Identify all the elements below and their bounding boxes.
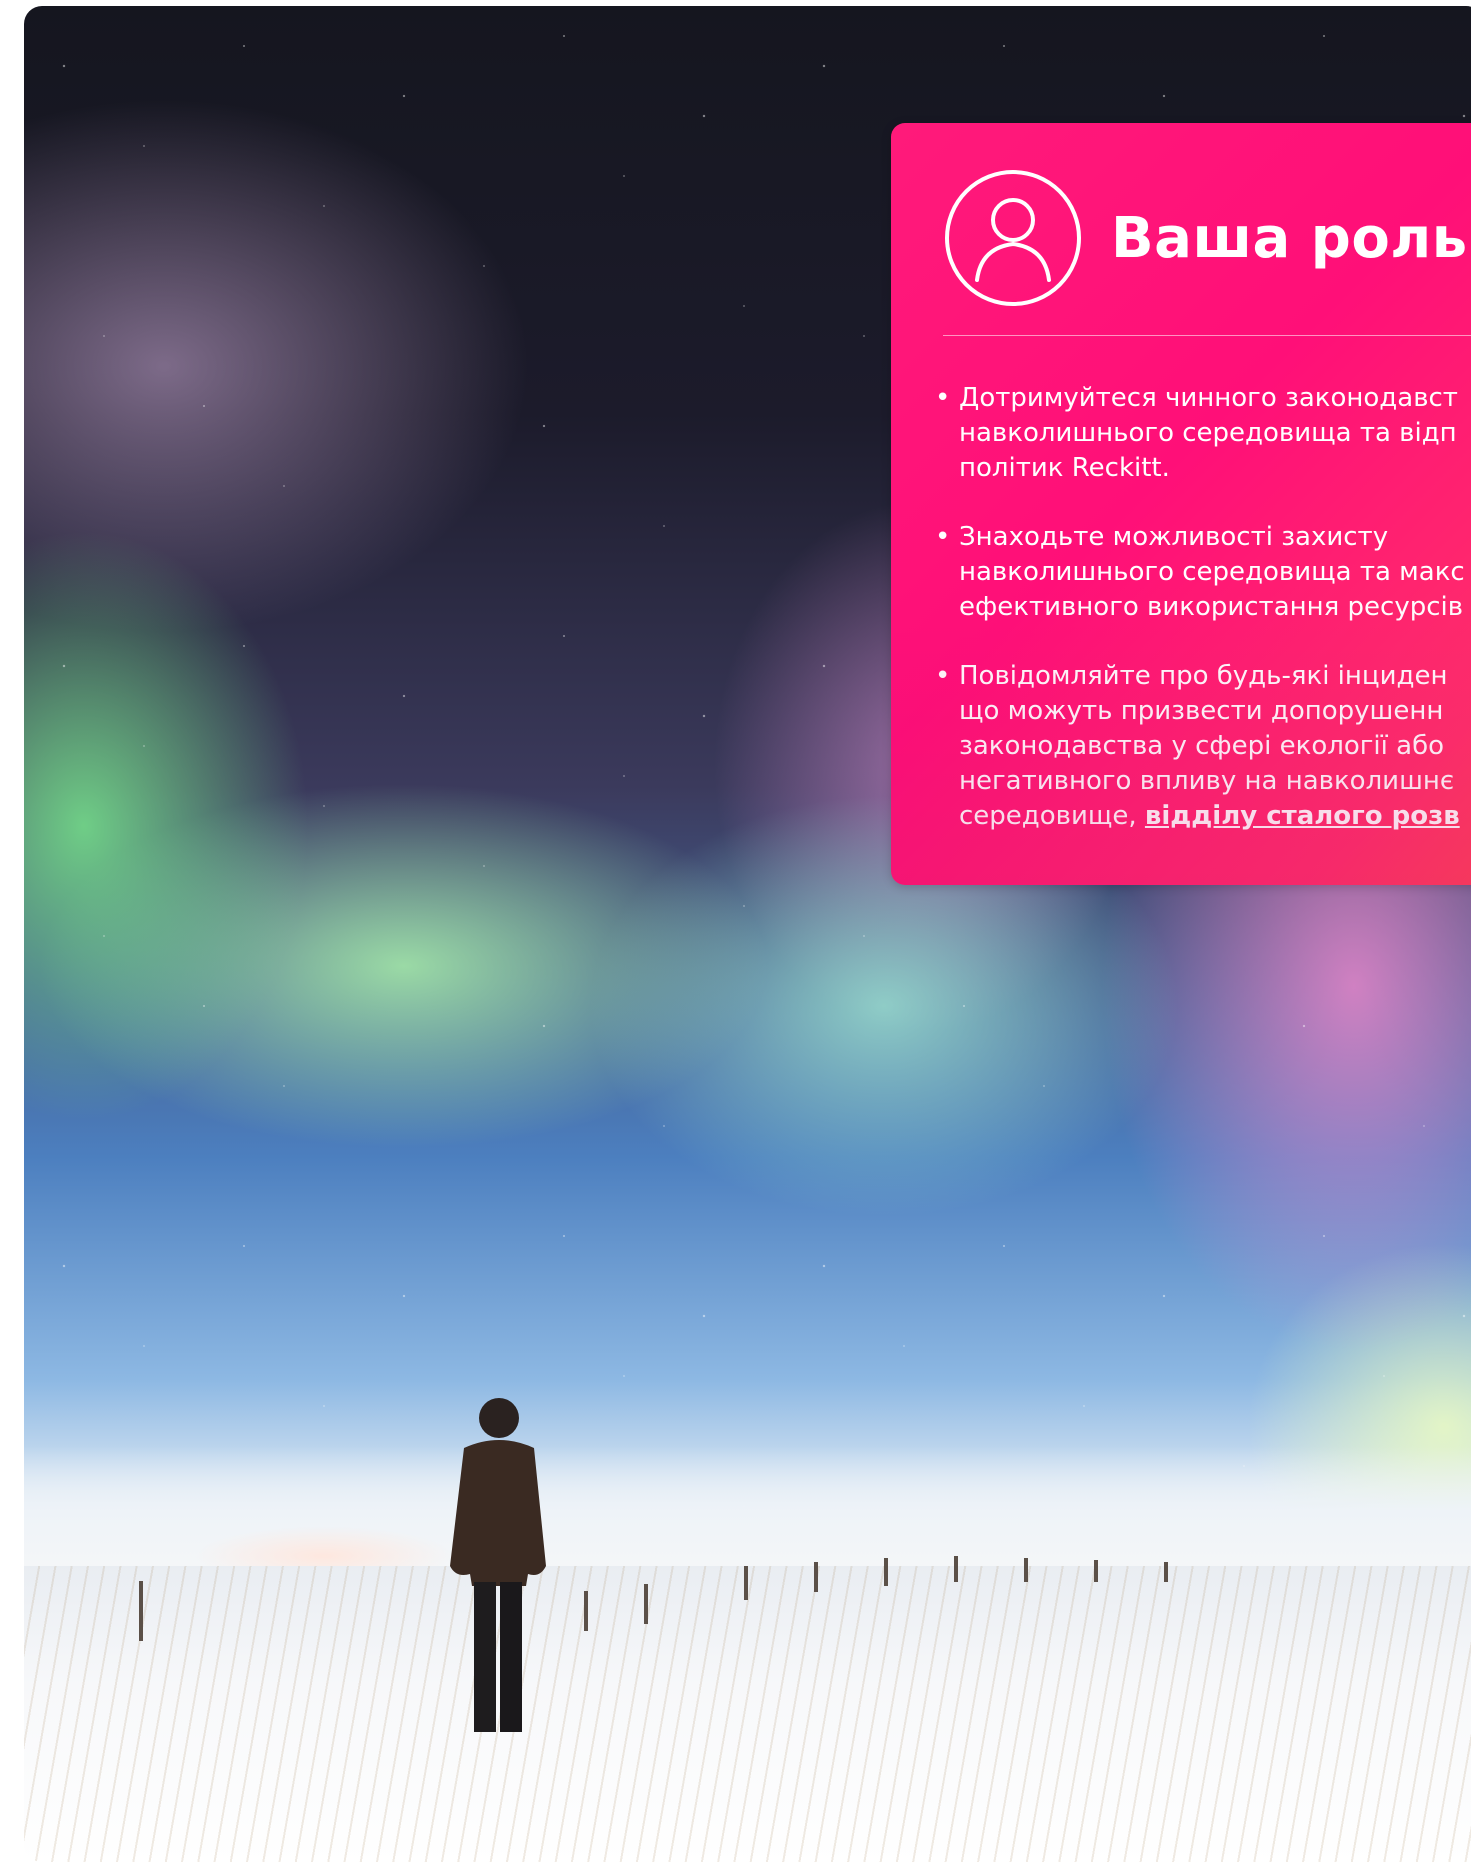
list-item-text: негативного впливу на навколишнє — [959, 766, 1455, 796]
sustainability-department-link[interactable]: відділу сталого розв — [1145, 801, 1460, 831]
list-item-text: що можуть призвести допорушенн — [959, 696, 1444, 726]
list-item-text: політик Reckitt. — [959, 453, 1170, 483]
snow-field — [24, 1566, 1471, 1862]
list-item-text: ефективного використання ресурсів — [959, 592, 1464, 622]
divider — [943, 335, 1471, 336]
list-item-last-line: середовище, відділу сталого розв — [959, 799, 1471, 834]
list-item-text: Знаходьте можливості захисту — [959, 522, 1389, 552]
list-item-text: Повідомляйте про будь-які інциден — [959, 661, 1448, 691]
fence-post — [584, 1591, 588, 1631]
role-card-title: Ваша роль — [1111, 205, 1468, 271]
fence-post — [1024, 1558, 1028, 1582]
fence-post — [644, 1584, 648, 1624]
list-item-text: законодавства у сфері екології або — [959, 731, 1445, 761]
list-item: • Дотримуйтеся чинного законодавст навко… — [935, 381, 1471, 486]
bullet: • — [935, 522, 951, 552]
role-card: Ваша роль • Дотримуйтеся чинного законод… — [891, 123, 1471, 885]
fence-post — [1164, 1562, 1168, 1582]
fence-post — [744, 1566, 748, 1600]
bullet: • — [935, 661, 951, 691]
list-item: • Знаходьте можливості захисту навколишн… — [935, 520, 1471, 625]
fence-post — [814, 1562, 818, 1592]
fence-post — [884, 1558, 888, 1586]
user-outline-icon — [945, 170, 1081, 306]
list-item-text: Дотримуйтеся чинного законодавст — [959, 383, 1458, 413]
list-item-text: середовище, — [959, 801, 1145, 831]
list-item: • Повідомляйте про будь-які інциден що м… — [935, 659, 1471, 834]
fence-post — [1094, 1560, 1098, 1582]
role-responsibilities-list: • Дотримуйтеся чинного законодавст навко… — [935, 381, 1471, 868]
list-item-text: навколишнього середовища та відп — [959, 418, 1457, 448]
bullet: • — [935, 383, 951, 413]
page: Ваша роль • Дотримуйтеся чинного законод… — [0, 0, 1471, 1862]
person-silhouette — [450, 1398, 546, 1732]
list-item-text: навколишнього середовища та макс — [959, 557, 1465, 587]
fence-post — [139, 1581, 143, 1641]
fence-post — [954, 1556, 958, 1582]
role-card-header: Ваша роль — [943, 163, 1468, 313]
